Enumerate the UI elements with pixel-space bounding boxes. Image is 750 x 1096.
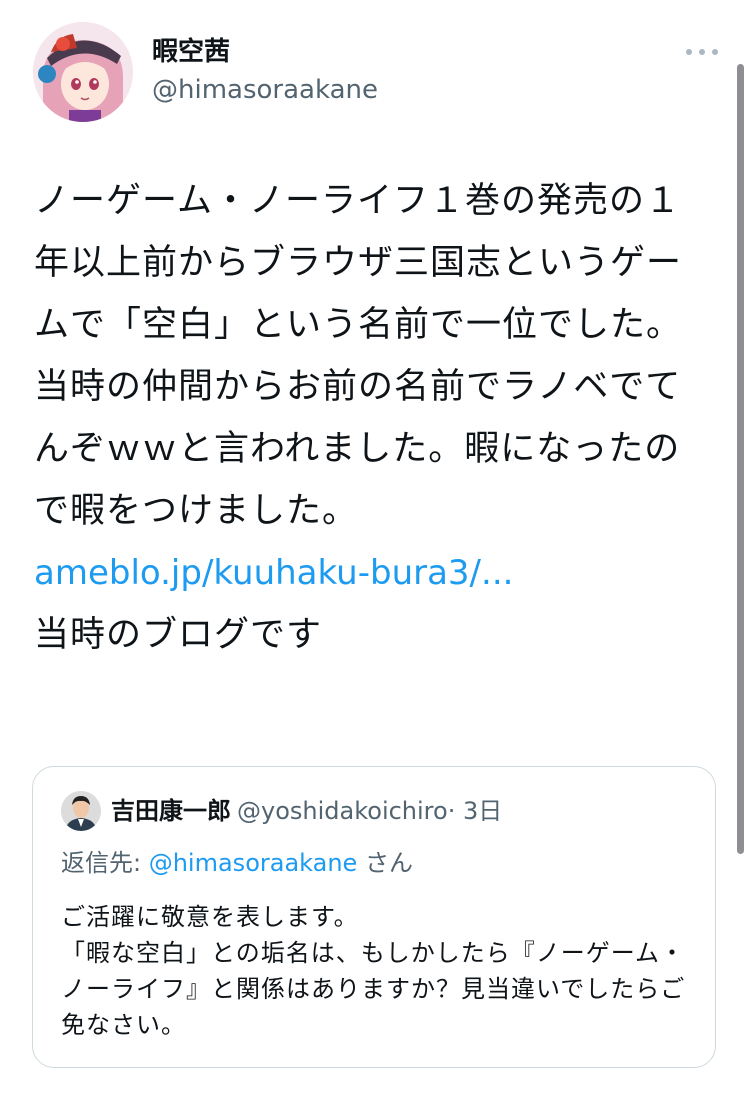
tweet-text: ノーゲーム・ノーライフ１巻の発売の１年以上前からブラウザ三国志というゲームで「空… xyxy=(34,170,704,666)
quoted-tweet[interactable]: 吉田康一郎 @yoshidakoichiro· 3日 返信先: @himasora… xyxy=(32,766,716,1068)
tweet-card: 暇空茜 @himasoraakane ノーゲーム・ノーライフ１巻の発売の１年以上… xyxy=(0,0,750,1096)
quoted-text: ご活躍に敬意を表します。 「暇な空白」との垢名は、もしかしたら『ノーゲーム・ノー… xyxy=(61,899,691,1043)
quoted-line: 「暇な空白」との垢名は、もしかしたら『ノーゲーム・ノーライフ』と関係はありますか… xyxy=(61,939,686,1039)
blog-link[interactable]: ameblo.jp/kuuhaku-bura3/... xyxy=(34,542,704,604)
reply-prefix: 返信先: xyxy=(61,849,149,877)
author-handle[interactable]: @himasoraakane xyxy=(152,74,378,106)
quoted-line: ご活躍に敬意を表します。 xyxy=(61,903,359,931)
more-options-icon[interactable] xyxy=(684,40,720,64)
person-avatar-icon xyxy=(61,791,101,831)
quoted-handle[interactable]: @yoshidakoichiro xyxy=(237,797,448,825)
tweet-link-caption: 当時のブログです xyxy=(34,615,323,655)
reply-suffix: さん xyxy=(357,849,413,877)
author-avatar[interactable] xyxy=(33,22,133,122)
quoted-author-avatar[interactable] xyxy=(61,791,101,831)
tweet-paragraph: ノーゲーム・ノーライフ１巻の発売の１年以上前からブラウザ三国志というゲームで「空… xyxy=(34,181,683,531)
scrollbar[interactable] xyxy=(737,64,744,854)
reply-mention-link[interactable]: @himasoraakane xyxy=(149,849,358,877)
quoted-header: 吉田康一郎 @yoshidakoichiro· 3日 xyxy=(111,795,502,827)
reply-context: 返信先: @himasoraakane さん xyxy=(61,847,413,879)
quoted-timestamp[interactable]: · 3日 xyxy=(448,797,503,825)
author-display-name[interactable]: 暇空茜 xyxy=(152,36,230,68)
anime-avatar-icon xyxy=(33,22,133,122)
quoted-display-name[interactable]: 吉田康一郎 xyxy=(111,797,231,825)
